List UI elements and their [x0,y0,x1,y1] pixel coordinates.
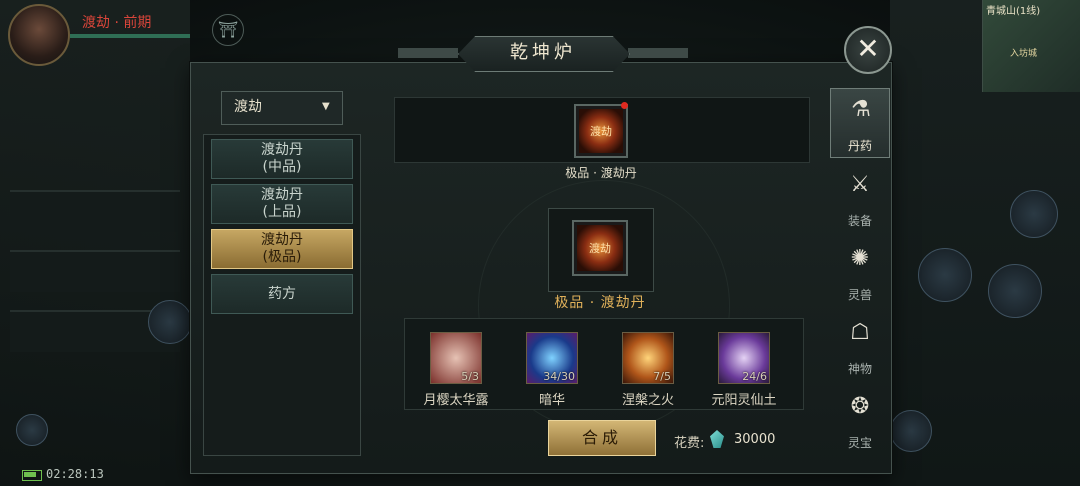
recipe-item-mid-grade[interactable]: 渡劫丹 (中品) [211,139,353,179]
output-item-name: 极品 · 渡劫丹 [565,166,637,180]
material-slot[interactable]: 5/3 [430,332,482,384]
tab-equipment[interactable]: ⚔ 装备 [830,164,890,234]
background-stair [10,250,180,292]
tab-elixir[interactable]: ⚗ 丹药 [830,88,890,158]
title-ornament-left [398,48,458,58]
shop-icon[interactable]: ⛩ [212,14,244,46]
material-count: 5/3 [461,370,479,383]
material-count: 7/5 [653,370,671,383]
material-count: 24/6 [742,370,767,383]
recipe-item-name: 渡劫丹 [261,232,303,248]
skill-button[interactable] [1010,190,1058,238]
category-dropdown-label: 渡劫 [234,99,262,115]
pill-icon: 渡劫 [577,225,623,271]
skill-button[interactable] [918,248,972,302]
recipe-item-name: 渡劫丹 [261,142,303,158]
tab-divine-item[interactable]: ☖ 神物 [830,312,890,382]
joystick[interactable] [148,300,192,344]
background-scene-left [0,0,190,486]
tab-spirit-treasure[interactable]: ❂ 灵宝 [830,386,890,456]
material-name: 月樱太华露 [423,393,489,408]
target-item-name: 极品 · 渡劫丹 [554,295,646,311]
material-count: 34/30 [543,370,575,383]
skill-button[interactable] [988,264,1042,318]
target-item-slot[interactable]: 渡劫 [572,220,628,276]
recipe-item-grade: (中品) [262,159,302,175]
swirl-icon: ❂ [850,394,870,419]
skill-button[interactable] [890,410,932,452]
synthesize-button[interactable]: 合成 [548,420,656,456]
player-avatar[interactable] [8,4,70,66]
clock: 02:28:13 [46,467,104,481]
close-button[interactable]: ✕ [844,26,892,74]
output-item-slot[interactable]: 渡劫 [574,104,628,158]
tab-label: 丹药 [847,139,872,153]
title-ornament-right [628,48,688,58]
background-stair [10,190,180,232]
material-slot[interactable]: 24/6 [718,332,770,384]
helmet-icon[interactable] [16,414,48,446]
tab-label: 灵宝 [847,436,872,450]
cost-value: 30000 [734,432,776,447]
material-slot[interactable]: 7/5 [622,332,674,384]
player-hp-bar [70,34,190,38]
material-slot[interactable]: 34/30 [526,332,578,384]
recipe-item-name: 渡劫丹 [261,187,303,203]
minimap-title: 青城山(1线) [986,6,1041,17]
player-realm-label: 渡劫 · 前期 [82,15,152,31]
recipe-item-grade: (上品) [262,204,302,220]
tab-label: 神物 [847,362,872,376]
mortar-icon: ⚗ [851,97,871,122]
material-name: 涅槃之火 [621,393,674,408]
minimap-location: 入坊城 [1010,49,1038,59]
tab-label: 装备 [847,214,872,228]
recipe-item-name: 药方 [268,285,296,302]
battery-icon [22,470,42,481]
recipe-item-formula[interactable]: 药方 [211,274,353,314]
cost-label: 花费: [674,436,705,451]
notification-dot [621,102,628,109]
sword-icon: ⚔ [850,172,870,197]
pill-icon: 渡劫 [579,109,623,153]
material-name: 暗华 [538,393,565,408]
recipe-item-high-grade[interactable]: 渡劫丹 (上品) [211,184,353,224]
tab-label: 灵兽 [847,288,872,302]
paw-icon: ✺ [850,246,870,271]
material-name: 元阳灵仙土 [711,393,777,408]
panel-title: 乾坤炉 [510,42,576,63]
tab-spirit-beast[interactable]: ✺ 灵兽 [830,238,890,308]
chevron-down-icon: ▼ [322,101,330,112]
recipe-item-top-grade[interactable]: 渡劫丹 (极品) [211,229,353,269]
fan-icon: ☖ [850,320,870,345]
recipe-item-grade: (极品) [262,249,302,265]
